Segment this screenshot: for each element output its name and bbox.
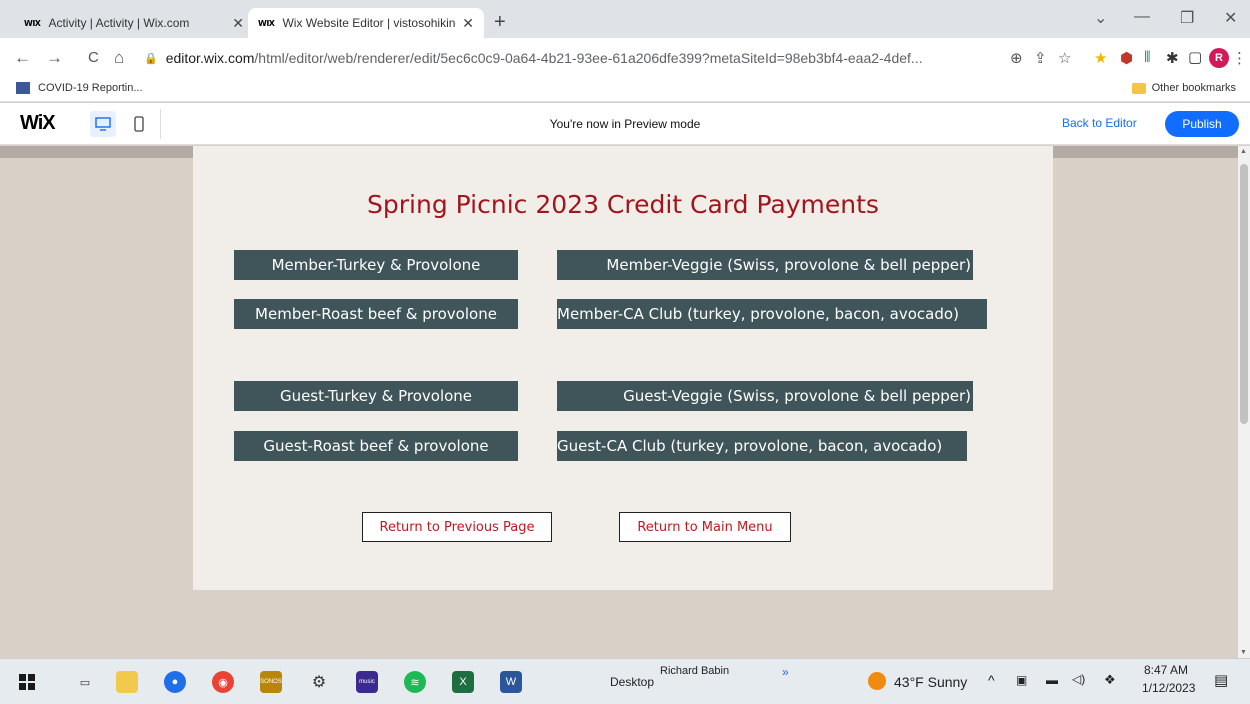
publish-button[interactable]: Publish [1165,111,1239,137]
page-scrollbar[interactable]: ▲ ▼ [1238,146,1250,658]
restore-button[interactable]: ❐ [1180,8,1194,28]
minimize-button[interactable]: — [1134,8,1150,26]
home-button[interactable]: ⌂ [114,48,124,68]
messaging-app-icon[interactable]: ● [164,671,186,693]
chrome-icon[interactable]: ◉ [212,671,234,693]
content-panel: Spring Picnic 2023 Credit Card Payments … [193,146,1053,590]
site-preview-area: Spring Picnic 2023 Credit Card Payments … [0,146,1238,658]
dropbox-icon[interactable]: ❖ [1104,672,1116,688]
back-button[interactable]: ← [14,48,31,68]
return-main-menu-button[interactable]: Return to Main Menu [619,512,791,542]
wix-favicon-icon: WIX [24,18,41,28]
settings-gear-icon[interactable]: ⚙ [308,671,330,693]
scroll-up-arrow-icon[interactable]: ▲ [1240,148,1247,155]
new-tab-button[interactable]: + [494,11,506,34]
wix-favicon-icon: WIX [258,18,275,28]
guest-roast-beef-button[interactable]: Guest-Roast beef & provolone [234,431,518,461]
extension-adblock-icon[interactable]: ⬢ [1120,49,1133,67]
menu-kebab-icon[interactable]: ⋮ [1232,49,1247,67]
excel-icon[interactable]: X [452,671,474,693]
volume-icon[interactable]: ◁) [1072,672,1085,686]
zoom-icon[interactable]: ⊕ [1010,49,1023,67]
url-host: editor.wix.com [165,50,255,66]
user-toolbar-label[interactable]: Richard Babin [660,665,729,677]
close-tab-icon[interactable]: ✕ [232,15,244,32]
profile-avatar[interactable]: R [1209,48,1229,68]
notifications-icon[interactable]: ▤ [1214,671,1228,689]
url-field[interactable]: 🔒 editor.wix.com /html/editor/web/render… [144,44,994,72]
bookmark-covid[interactable]: COVID-19 Reportin... [16,82,143,94]
sidepanel-icon[interactable]: ▢ [1188,48,1202,66]
extensions-puzzle-icon[interactable]: ✱ [1166,49,1179,67]
tray-app-icon[interactable]: ▣ [1016,673,1027,687]
battery-icon[interactable]: ▬ [1046,673,1058,687]
member-roast-beef-button[interactable]: Member-Roast beef & provolone [234,299,518,329]
wix-preview-bar: WiX You're now in Preview mode Back to E… [0,103,1250,145]
windows-taskbar: ▭ ● ◉ SONOS ⚙ music ≋ X W Desktop Richar… [0,658,1250,704]
scroll-down-arrow-icon[interactable]: ▼ [1240,649,1247,656]
word-icon[interactable]: W [500,671,522,693]
browser-tab-strip: WIX Activity | Activity | Wix.com ✕ WIX … [0,0,1250,38]
tab-title: Wix Website Editor | vistosohiking [282,16,457,30]
show-hidden-icons-icon[interactable]: ^ [988,672,995,688]
desktop-toolbar-label[interactable]: Desktop [610,675,654,689]
return-previous-page-button[interactable]: Return to Previous Page [362,512,552,542]
file-explorer-icon[interactable] [116,671,138,693]
task-view-icon[interactable]: ▭ [74,671,96,693]
address-bar-row: ← → C ⌂ 🔒 editor.wix.com /html/editor/we… [0,38,1250,78]
forward-button[interactable]: → [46,48,63,68]
spotify-icon[interactable]: ≋ [404,671,426,693]
member-veggie-button[interactable]: Member-Veggie (Swiss, provolone & bell p… [557,250,973,280]
bookmark-label: COVID-19 Reportin... [38,82,143,94]
back-to-editor-link[interactable]: Back to Editor [1062,116,1137,130]
guest-ca-club-button[interactable]: Guest-CA Club (turkey, provolone, bacon,… [557,431,967,461]
toolbar-chevrons-icon[interactable]: » [782,665,789,679]
share-icon[interactable]: ⇪ [1034,49,1047,67]
extension-bars-icon[interactable]: ⦀ [1144,49,1151,66]
weather-sun-icon [868,672,886,690]
close-tab-icon[interactable]: ✕ [462,15,474,32]
guest-veggie-button[interactable]: Guest-Veggie (Swiss, provolone & bell pe… [557,381,973,411]
tab-search-icon[interactable]: ⌄ [1094,8,1107,28]
clock-date[interactable]: 1/12/2023 [1142,681,1195,695]
other-bookmarks[interactable]: Other bookmarks [1131,82,1236,94]
sonos-icon[interactable]: SONOS [260,671,282,693]
bookmarks-bar: COVID-19 Reportin... Other bookmarks [0,78,1250,102]
scrollbar-thumb[interactable] [1240,164,1248,424]
member-ca-club-button[interactable]: Member-CA Club (turkey, provolone, bacon… [557,299,987,329]
member-turkey-button[interactable]: Member-Turkey & Provolone [234,250,518,280]
amazon-music-icon[interactable]: music [356,671,378,693]
lock-icon: 🔒 [144,52,158,65]
other-bookmarks-label: Other bookmarks [1151,82,1236,94]
guest-turkey-button[interactable]: Guest-Turkey & Provolone [234,381,518,411]
page-title: Spring Picnic 2023 Credit Card Payments [367,190,879,219]
folder-icon [1131,82,1146,94]
tab-title: Activity | Activity | Wix.com [48,16,190,30]
extension-star-icon[interactable]: ★ [1094,49,1107,67]
url-path: /html/editor/web/renderer/edit/5ec6c0c9-… [254,50,923,66]
tab-wix-editor[interactable]: WIX Wix Website Editor | vistosohiking ✕ [248,8,484,38]
weather-text[interactable]: 43°F Sunny [894,674,967,690]
bookmark-favicon-icon [16,82,30,94]
reload-button[interactable]: C [88,49,99,66]
windows-start-icon[interactable] [16,671,38,693]
tab-activity[interactable]: WIX Activity | Activity | Wix.com ✕ [14,8,254,38]
clock-time[interactable]: 8:47 AM [1144,663,1188,677]
bookmark-star-icon[interactable]: ☆ [1058,49,1071,67]
close-window-button[interactable]: ✕ [1224,8,1237,28]
